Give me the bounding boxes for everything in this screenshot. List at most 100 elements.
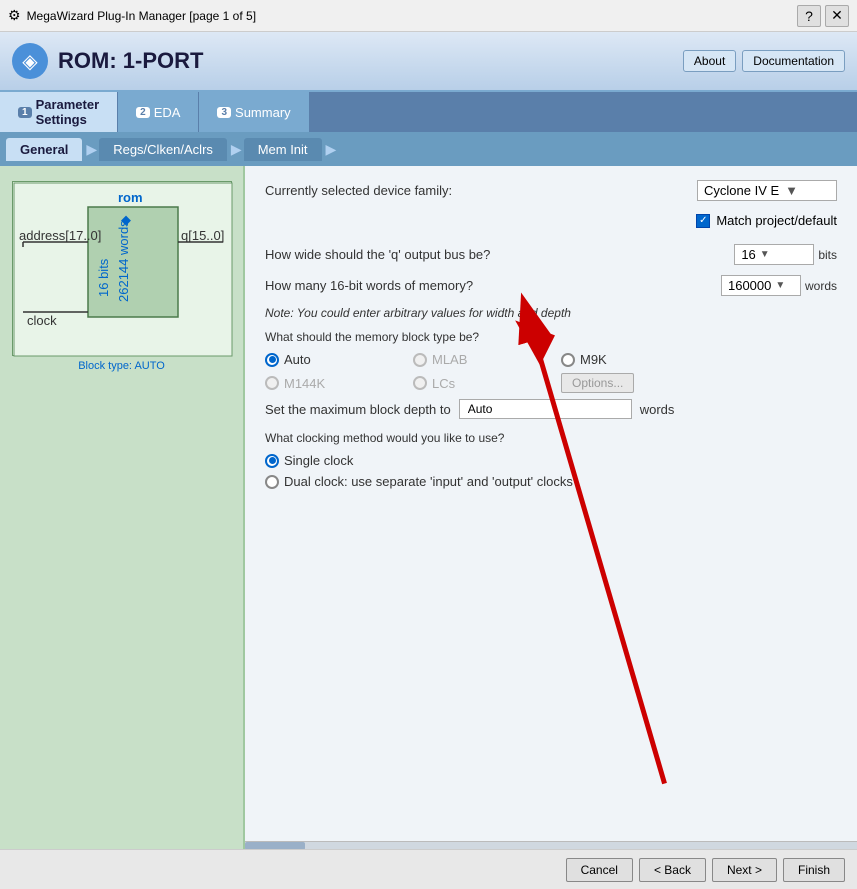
radio-single-clock-inner	[269, 457, 276, 464]
words-row: How many 16-bit words of memory? 160000 …	[265, 275, 837, 296]
window-title: MegaWizard Plug-In Manager [page 1 of 5]	[27, 9, 256, 23]
next-button[interactable]: Next >	[712, 858, 777, 882]
radio-auto-inner	[269, 356, 276, 363]
tab-general-label: General	[20, 142, 68, 157]
svg-text:16 bits: 16 bits	[96, 258, 111, 297]
tab-eda[interactable]: 2 EDA	[118, 92, 199, 132]
title-bar: ⚙ MegaWizard Plug-In Manager [page 1 of …	[0, 0, 857, 32]
wizard-tabs: 1 ParameterSettings 2 EDA 3 Summary	[0, 92, 857, 132]
main-content: rom ◆ address[17..0] q[15..0] 16 bits 26…	[0, 166, 857, 889]
radio-dual-clock-label: Dual clock: use separate 'input' and 'ou…	[284, 474, 573, 489]
sub-tabs: General ▶ Regs/Clken/Aclrs ▶ Mem Init ▶	[0, 132, 857, 166]
help-button[interactable]: ?	[797, 5, 821, 27]
block-type-radios-row1: Auto MLAB M9K	[265, 352, 837, 367]
bottom-bar: Cancel < Back Next > Finish	[0, 849, 857, 889]
radio-dual-clock[interactable]: Dual clock: use separate 'input' and 'ou…	[265, 474, 665, 489]
words-value: 160000	[728, 278, 771, 293]
q-bus-dropdown[interactable]: 16 ▼	[734, 244, 814, 265]
svg-text:262144 words: 262144 words	[116, 220, 131, 302]
max-depth-label: Set the maximum block depth to	[265, 402, 451, 417]
back-button[interactable]: < Back	[639, 858, 706, 882]
tab-label-3: Summary	[235, 105, 291, 120]
words-unit: words	[805, 279, 837, 293]
radio-mlab[interactable]: MLAB	[413, 352, 553, 367]
header-icon: ◈	[12, 43, 48, 79]
q-bus-value: 16	[741, 247, 755, 262]
about-button[interactable]: About	[683, 50, 736, 72]
tab-parameter-settings[interactable]: 1 ParameterSettings	[0, 92, 118, 132]
tab-arrow-3: ▶	[326, 141, 337, 158]
radio-lcs-label: LCs	[432, 376, 455, 391]
tab-num-1: 1	[18, 107, 32, 118]
dropdown-arrow-icon: ▼	[785, 183, 798, 198]
q-bus-arrow-icon: ▼	[760, 249, 770, 260]
max-depth-row: Set the maximum block depth to words	[265, 399, 837, 419]
radio-mlab-outer	[413, 353, 427, 367]
tab-num-3: 3	[217, 107, 231, 118]
documentation-button[interactable]: Documentation	[742, 50, 845, 72]
clocking-single-row: Single clock	[265, 453, 837, 468]
cancel-button[interactable]: Cancel	[566, 858, 633, 882]
radio-single-clock[interactable]: Single clock	[265, 453, 405, 468]
device-family-value: Cyclone IV E	[704, 183, 779, 198]
clocking-label: What clocking method would you like to u…	[265, 431, 837, 445]
horizontal-scrollbar[interactable]	[245, 841, 857, 849]
radio-m144k[interactable]: M144K	[265, 376, 405, 391]
radio-auto-outer	[265, 353, 279, 367]
tab-summary[interactable]: 3 Summary	[199, 92, 309, 132]
radio-m9k[interactable]: M9K	[561, 352, 701, 367]
tab-label-1: ParameterSettings	[36, 97, 100, 127]
tab-mem-init-label: Mem Init	[258, 142, 308, 157]
options-button[interactable]: Options...	[561, 373, 634, 393]
words-label: How many 16-bit words of memory?	[265, 278, 713, 293]
match-project-checkbox[interactable]: ✓	[696, 214, 710, 228]
match-project-row: ✓ Match project/default	[265, 213, 837, 228]
radio-auto[interactable]: Auto	[265, 352, 405, 367]
device-family-dropdown[interactable]: Cyclone IV E ▼	[697, 180, 837, 201]
tab-mem-init[interactable]: Mem Init	[244, 138, 322, 161]
q-bus-row: How wide should the 'q' output bus be? 1…	[265, 244, 837, 265]
radio-auto-label: Auto	[284, 352, 311, 367]
dialog-title: ROM: 1-PORT	[58, 48, 203, 74]
clocking-dual-row: Dual clock: use separate 'input' and 'ou…	[265, 474, 837, 489]
radio-lcs[interactable]: LCs	[413, 376, 553, 391]
radio-lcs-outer	[413, 376, 427, 390]
svg-text:clock: clock	[27, 313, 57, 328]
match-project-label: Match project/default	[716, 213, 837, 228]
radio-m9k-outer	[561, 353, 575, 367]
block-type-section-label: What should the memory block type be?	[265, 330, 837, 344]
q-bus-label: How wide should the 'q' output bus be?	[265, 247, 726, 262]
svg-text:rom: rom	[118, 190, 143, 205]
radio-m144k-label: M144K	[284, 376, 325, 391]
svg-text:address[17..0]: address[17..0]	[19, 228, 101, 243]
tab-arrow-2: ▶	[231, 141, 242, 158]
words-dropdown[interactable]: 160000 ▼	[721, 275, 801, 296]
block-type-label: Block type: AUTO	[78, 360, 165, 372]
device-family-row: Currently selected device family: Cyclon…	[265, 180, 837, 201]
radio-mlab-label: MLAB	[432, 352, 467, 367]
tab-general[interactable]: General	[6, 138, 82, 161]
app-icon: ⚙	[8, 7, 21, 24]
radio-single-clock-outer	[265, 454, 279, 468]
finish-button[interactable]: Finish	[783, 858, 845, 882]
note-text: Note: You could enter arbitrary values f…	[265, 306, 837, 320]
max-depth-input[interactable]	[459, 399, 632, 419]
close-button[interactable]: ✕	[825, 5, 849, 27]
words-arrow-icon: ▼	[775, 280, 785, 291]
radio-m144k-outer	[265, 376, 279, 390]
q-bus-unit: bits	[818, 248, 837, 262]
block-type-radios-row2: M144K LCs Options...	[265, 373, 837, 393]
radio-m9k-label: M9K	[580, 352, 607, 367]
svg-text:q[15..0]: q[15..0]	[181, 228, 224, 243]
max-depth-unit: words	[640, 402, 675, 417]
left-panel: rom ◆ address[17..0] q[15..0] 16 bits 26…	[0, 166, 245, 889]
dialog-header: ◈ ROM: 1-PORT About Documentation	[0, 32, 857, 92]
radio-dual-clock-outer	[265, 475, 279, 489]
tab-label-2: EDA	[154, 105, 181, 120]
device-family-label: Currently selected device family:	[265, 183, 452, 198]
tab-num-2: 2	[136, 107, 150, 118]
tab-arrow-1: ▶	[86, 141, 97, 158]
tab-regs[interactable]: Regs/Clken/Aclrs	[99, 138, 227, 161]
schematic-diagram: rom ◆ address[17..0] q[15..0] 16 bits 26…	[12, 181, 232, 356]
tab-regs-label: Regs/Clken/Aclrs	[113, 142, 213, 157]
